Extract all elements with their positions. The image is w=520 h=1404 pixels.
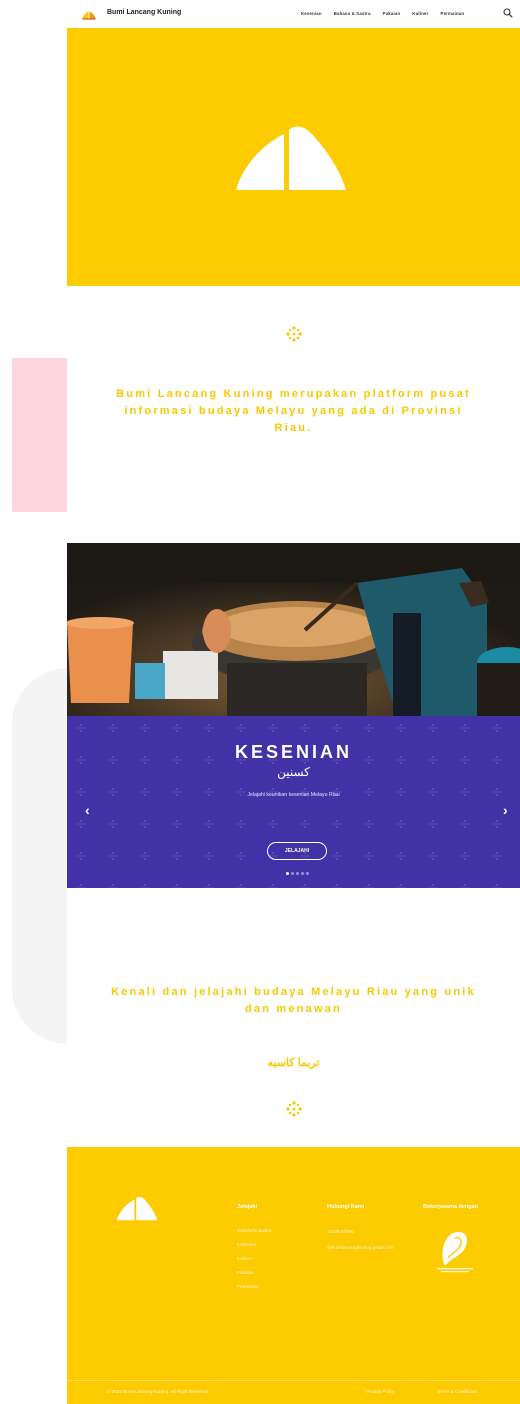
slide-title: KESENIAN — [234, 742, 352, 762]
menu-item-bahasa-sastra[interactable]: Bahasa & Sastra — [334, 11, 371, 16]
footer-contact: Hubungi Kami 12345 67890 @bumilancangkun… — [327, 1204, 407, 1260]
slide-dot[interactable] — [296, 872, 299, 875]
footer-explore-heading: Jelajahi — [237, 1204, 258, 1210]
slide-indicators — [286, 872, 309, 875]
menu-item-pakaian[interactable]: Pakaian — [383, 11, 401, 16]
tagline-text: Kenali dan jelajahi budaya Melayu Riau y… — [111, 986, 476, 1015]
footer-link-permainan[interactable]: Permainan — [237, 1284, 271, 1289]
footer-explore: Jelajahi Bahasa & Sastra Kesenian Kuline… — [237, 1204, 271, 1298]
footer-divider — [67, 1380, 520, 1381]
brand-logo-icon[interactable] — [81, 10, 97, 20]
footer-logo-icon[interactable] — [116, 1196, 158, 1221]
slide-dot[interactable] — [306, 872, 309, 875]
footer-email[interactable]: @bumilancangkuning.gmail.com — [327, 1244, 407, 1251]
footer-link-bahasa-sastra[interactable]: Bahasa & Sastra — [237, 1228, 271, 1233]
decorative-pink-block — [12, 358, 68, 512]
footer-partner-heading: Bekerjasama dengan — [423, 1204, 479, 1210]
slide-dot[interactable] — [286, 872, 289, 875]
partner-logo-icon — [437, 1231, 473, 1273]
slide-title-arabic: کسنين — [277, 765, 310, 779]
page: Bumi Lancang Kuning Kesenian Bahasa & Sa… — [67, 0, 520, 1404]
slide-dot[interactable] — [291, 872, 294, 875]
search-icon[interactable] — [503, 8, 513, 18]
slide-photo — [67, 543, 520, 716]
prev-arrow-icon[interactable]: ‹ — [85, 802, 90, 818]
intro-text: Bumi Lancang Kuning merupakan platform p… — [116, 388, 471, 434]
privacy-policy-link[interactable]: Privacy Policy — [366, 1389, 395, 1394]
ornament-icon — [286, 1101, 302, 1117]
terms-link[interactable]: Terms & Conditions — [437, 1389, 477, 1394]
next-arrow-icon[interactable]: › — [503, 802, 508, 818]
slide-subtitle: Jelajahi keunikan kesenian Melayu Riau — [247, 792, 340, 798]
footer: Jelajahi Bahasa & Sastra Kesenian Kuline… — [67, 1147, 520, 1404]
menu-item-kesenian[interactable]: Kesenian — [301, 11, 322, 16]
hero-logo-icon — [236, 126, 346, 190]
explore-button[interactable]: JELAJAHI — [267, 842, 327, 860]
footer-link-kuliner[interactable]: Kuliner — [237, 1256, 271, 1261]
footer-partner: Bekerjasama dengan — [423, 1204, 479, 1279]
menu-item-permainan[interactable]: Permainan — [441, 11, 465, 16]
ornament-icon — [286, 326, 302, 342]
slide-dot[interactable] — [301, 872, 304, 875]
slide-panel: KESENIAN کسنين Jelajahi keunikan kesenia… — [67, 716, 520, 888]
footer-link-pakaian[interactable]: Pakaian — [237, 1270, 271, 1275]
footer-link-kesenian[interactable]: Kesenian — [237, 1242, 271, 1247]
main-menu: Kesenian Bahasa & Sastra Pakaian Kuliner… — [301, 11, 476, 16]
top-navbar: Bumi Lancang Kuning Kesenian Bahasa & Sa… — [67, 0, 520, 28]
copyright-text: © 2022 Bumi Lancang Kuning. All Right Re… — [107, 1389, 209, 1394]
brand-name[interactable]: Bumi Lancang Kuning — [107, 9, 181, 16]
footer-phone[interactable]: 12345 67890 — [327, 1228, 407, 1235]
hero-banner — [67, 28, 520, 286]
tagline-arabic: تريما كاسيه — [267, 1057, 320, 1069]
footer-contact-heading: Hubungi Kami — [327, 1204, 365, 1210]
menu-item-kuliner[interactable]: Kuliner — [412, 11, 428, 16]
decorative-grey-shape — [12, 668, 68, 1044]
